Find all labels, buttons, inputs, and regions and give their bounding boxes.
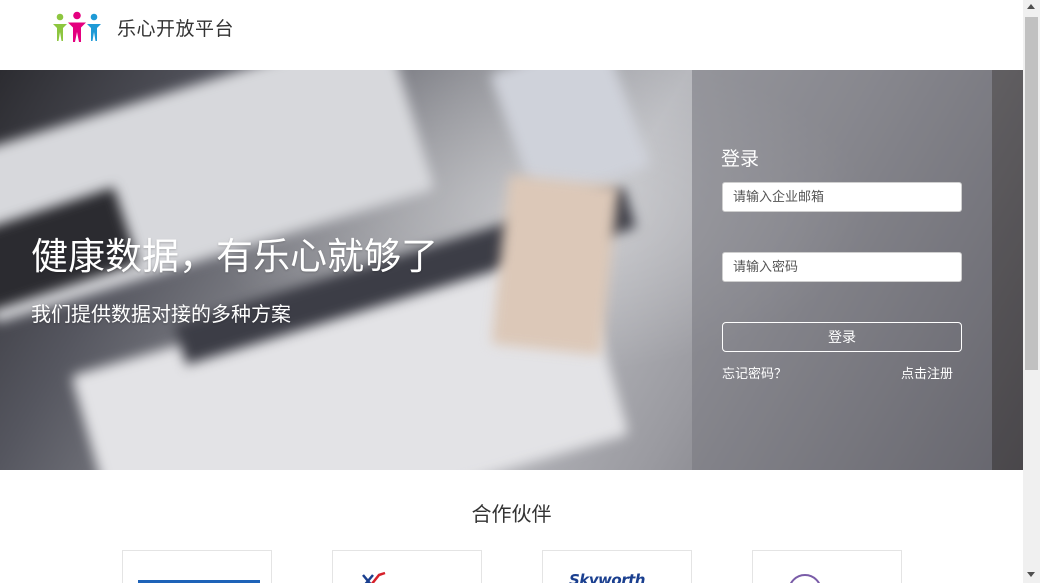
email-field[interactable] <box>722 182 962 212</box>
partner-logo <box>788 574 822 583</box>
scrollbar[interactable] <box>1023 0 1040 583</box>
password-field[interactable] <box>722 252 962 282</box>
register-link[interactable]: 点击注册 <box>901 363 953 382</box>
partners-title: 合作伙伴 <box>471 502 552 526</box>
site-header: 乐心开放平台 <box>0 0 1023 70</box>
partner-card[interactable] <box>122 550 272 583</box>
people-group-icon <box>53 11 101 42</box>
arrow-down-icon[interactable] <box>1027 572 1035 577</box>
login-panel: 登录 登录 忘记密码？ 点击注册 <box>692 70 992 470</box>
arrow-up-icon[interactable] <box>1027 4 1035 9</box>
login-title: 登录 <box>721 148 760 170</box>
panel-edge <box>992 70 1023 470</box>
background-shape <box>491 174 619 356</box>
partner-logo <box>362 571 386 583</box>
hero-subtitle: 我们提供数据对接的多种方案 <box>31 302 291 326</box>
page: 乐心开放平台 健康数据，有乐心就够了 我们提供数据对接的多种方案 登录 登录 忘… <box>0 0 1023 583</box>
hero-banner: 健康数据，有乐心就够了 我们提供数据对接的多种方案 登录 登录 忘记密码？ 点击… <box>0 70 1023 470</box>
brand-name[interactable]: 乐心开放平台 <box>117 14 234 41</box>
partner-card[interactable] <box>332 550 482 583</box>
partner-card[interactable] <box>752 550 902 583</box>
forgot-password-link[interactable]: 忘记密码？ <box>722 363 787 382</box>
hero-title: 健康数据，有乐心就够了 <box>31 235 438 278</box>
scrollbar-thumb[interactable] <box>1025 17 1038 370</box>
login-button[interactable]: 登录 <box>722 322 962 352</box>
partner-logo: Skyworth <box>569 571 645 583</box>
partner-card[interactable]: Skyworth <box>542 550 692 583</box>
